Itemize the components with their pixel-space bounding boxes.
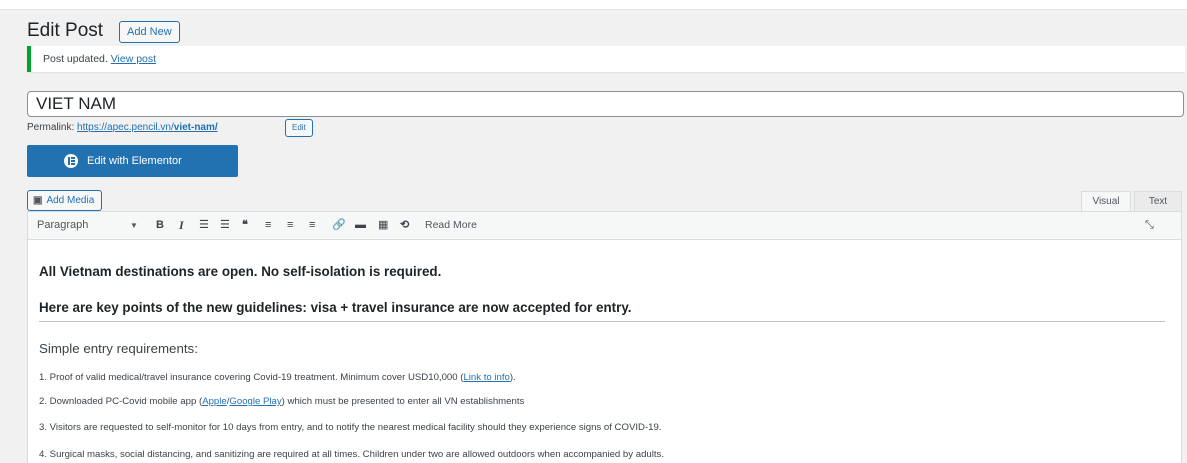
content-heading-1: All Vietnam destinations are open. No se… bbox=[39, 264, 442, 279]
distraction-free-icon[interactable]: ⟲ bbox=[400, 217, 409, 234]
content-editor[interactable]: Paragraph ▼ B I ☰ ☰ ❝ ≡ ≡ ≡ 🔗 ▬ ▦ ⟲ Read… bbox=[27, 211, 1182, 463]
view-post-link[interactable]: View post bbox=[111, 53, 156, 65]
list-item-text: 2. Downloaded PC-Covid mobile app ( bbox=[39, 396, 203, 407]
bold-icon[interactable]: B bbox=[156, 217, 164, 234]
update-notice: Post updated. View post bbox=[27, 46, 1185, 72]
editor-toolbar: Paragraph ▼ B I ☰ ☰ ❝ ≡ ≡ ≡ 🔗 ▬ ▦ ⟲ Read… bbox=[28, 212, 1181, 240]
italic-icon[interactable]: I bbox=[179, 217, 184, 234]
page-title: Edit Post bbox=[27, 20, 104, 41]
edit-with-elementor-button[interactable]: Edit with Elementor bbox=[27, 145, 238, 177]
add-media-icon: ▣ bbox=[33, 195, 43, 206]
tab-visual[interactable]: Visual bbox=[1081, 191, 1131, 212]
permalink-url[interactable]: https://apec.pencil.vn/viet-nam/ bbox=[77, 122, 218, 133]
blockquote-icon[interactable]: ❝ bbox=[242, 217, 248, 234]
content-heading-2: Here are key points of the new guideline… bbox=[39, 300, 632, 315]
list-item: 3. Visitors are requested to self-monito… bbox=[39, 422, 662, 433]
notice-text: Post updated. bbox=[43, 53, 108, 65]
permalink-url-slug: viet-nam/ bbox=[173, 122, 218, 133]
list-item-end: ). bbox=[509, 372, 516, 383]
dropdown-arrow-icon: ▼ bbox=[130, 221, 138, 230]
post-title-input[interactable]: VIET NAM bbox=[27, 91, 1184, 117]
add-media-button[interactable]: ▣ Add Media bbox=[27, 190, 103, 211]
read-more-button[interactable]: Read More bbox=[425, 217, 477, 234]
admin-top-bar bbox=[0, 0, 1187, 10]
align-right-icon[interactable]: ≡ bbox=[309, 217, 315, 234]
elementor-button-label: Edit with Elementor bbox=[87, 155, 182, 167]
bulleted-list-icon[interactable]: ☰ bbox=[199, 217, 209, 234]
link-icon[interactable]: 🔗 bbox=[332, 217, 346, 234]
align-left-icon[interactable]: ≡ bbox=[265, 217, 271, 234]
add-media-label: Add Media bbox=[46, 195, 95, 206]
apple-link[interactable]: Apple bbox=[202, 396, 227, 407]
read-more-tag-icon[interactable]: ▬ bbox=[355, 217, 366, 234]
add-new-button[interactable]: Add New bbox=[119, 21, 180, 43]
permalink-edit-button[interactable]: Edit bbox=[285, 119, 313, 137]
permalink: Permalink: https://apec.pencil.vn/viet-n… bbox=[27, 121, 218, 135]
google-play-link[interactable]: Google Play bbox=[229, 396, 281, 407]
link-to-info[interactable]: Link to info bbox=[463, 372, 509, 383]
permalink-label: Permalink: bbox=[27, 122, 75, 133]
list-item-end: ) which must be presented to enter all V… bbox=[281, 396, 525, 407]
tab-text[interactable]: Text bbox=[1134, 191, 1182, 212]
content-subheading: Simple entry requirements: bbox=[39, 341, 198, 356]
numbered-list-icon[interactable]: ☰ bbox=[220, 217, 230, 234]
fullscreen-icon[interactable]: ⤡ bbox=[1145, 217, 1154, 234]
permalink-url-base: https://apec.pencil.vn/ bbox=[77, 122, 174, 133]
format-select[interactable]: Paragraph ▼ bbox=[34, 217, 138, 234]
list-item: 1. Proof of valid medical/travel insuran… bbox=[39, 372, 516, 383]
horizontal-rule bbox=[39, 321, 1165, 322]
align-center-icon[interactable]: ≡ bbox=[287, 217, 293, 234]
list-item: 2. Downloaded PC-Covid mobile app (Apple… bbox=[39, 396, 524, 407]
list-item: 4. Surgical masks, social distancing, an… bbox=[39, 449, 664, 460]
list-item-text: 1. Proof of valid medical/travel insuran… bbox=[39, 372, 464, 383]
toolbar-toggle-icon[interactable]: ▦ bbox=[378, 217, 388, 234]
elementor-icon bbox=[64, 154, 78, 168]
format-select-value: Paragraph bbox=[37, 219, 89, 231]
